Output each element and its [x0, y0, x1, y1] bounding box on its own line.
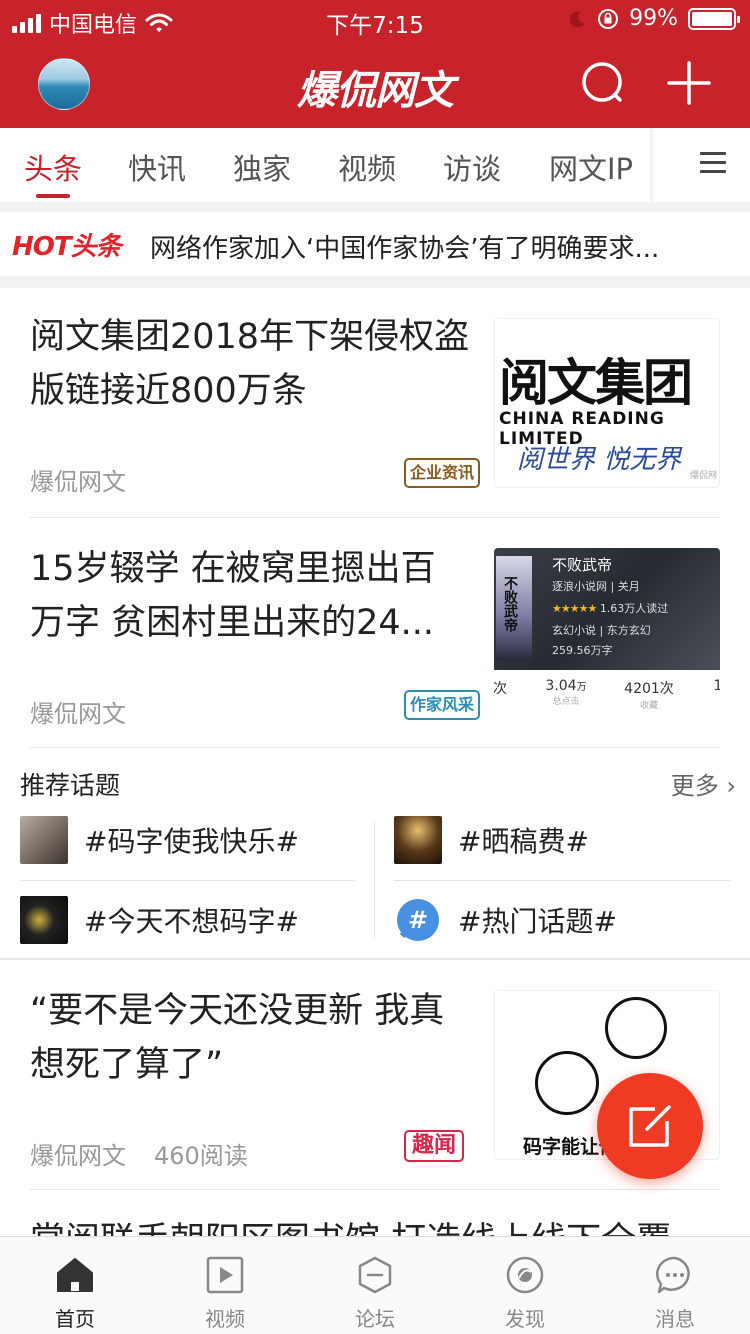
stat-item: 1: [713, 678, 720, 694]
moon-icon: [569, 10, 586, 27]
search-icon[interactable]: [580, 60, 626, 106]
article-thumbnail[interactable]: 阅文集团 CHINA READING LIMITED 阅世界 悦无界 爆侃网: [494, 318, 720, 488]
hot-label: HOT头条: [12, 232, 122, 262]
book-stats: 次 3.04万 总点击 4201次 收藏 1: [494, 678, 720, 718]
section-gap: [0, 202, 750, 212]
battery-icon: [688, 7, 740, 30]
topic-item[interactable]: # #热门话题#: [394, 890, 730, 950]
video-icon: [206, 1256, 244, 1294]
tab-interview[interactable]: 访谈: [443, 146, 501, 188]
recommended-topics: 推荐话题 更多 › #码字使我快乐# #晒稿费# #今天不想码字# # #热门话…: [0, 748, 750, 960]
menu-icon[interactable]: [700, 152, 726, 174]
hot-headline[interactable]: 网络作家加入‘中国作家协会’有了明确要求...: [150, 228, 659, 265]
nav-label: 视频: [205, 1307, 245, 1331]
active-tab-indicator: [36, 194, 70, 198]
status-bar: 中国电信 下午7:15 99%: [0, 0, 750, 40]
topics-more-link[interactable]: 更多 ›: [671, 766, 736, 801]
nav-label: 消息: [655, 1307, 695, 1331]
book-title: 不败武帝: [552, 556, 613, 574]
article-source: 爆侃网文: [30, 700, 126, 728]
discover-icon: [506, 1256, 544, 1294]
tab-video[interactable]: 视频: [338, 146, 396, 188]
nav-messages[interactable]: 消息: [600, 1237, 750, 1334]
app-header: 爆侃网文: [0, 40, 750, 128]
book-publisher: 逐浪小说网 | 关月: [552, 580, 640, 593]
category-tabs: 头条 快讯 独家 视频 访谈 网文IP: [0, 128, 750, 202]
article-tag: 作家风采: [404, 690, 481, 720]
battery-percent: 99%: [629, 6, 678, 31]
topic-label: #晒稿费#: [458, 825, 589, 858]
topic-item[interactable]: #码字使我快乐#: [20, 810, 355, 870]
article-source: 爆侃网文: [30, 1142, 126, 1170]
book-cover: 不败武帝: [496, 556, 532, 660]
chevron-right-icon: ›: [726, 772, 736, 800]
tab-exclusive[interactable]: 独家: [233, 146, 291, 188]
topics-divider: [394, 880, 730, 881]
article-title[interactable]: 15岁辍学 在被窝里摁出百万字 贫困村里出来的24...: [30, 542, 470, 650]
nav-discover[interactable]: 发现: [450, 1237, 600, 1334]
article-item[interactable]: 阅文集团2018年下架侵权盗版链接近800万条 爆侃网文 企业资讯 阅文集团 C…: [0, 288, 750, 518]
tab-web-novel-ip[interactable]: 网文IP: [549, 146, 633, 188]
article-reads: 460阅读: [154, 1142, 248, 1170]
svg-text:#: #: [408, 906, 428, 934]
panda-meme: [535, 1051, 599, 1115]
compose-button[interactable]: [597, 1073, 703, 1179]
nav-label: 发现: [505, 1307, 545, 1331]
topic-label: #今天不想码字#: [84, 905, 299, 938]
edit-icon: [629, 1105, 671, 1147]
stat-item: 4201次 收藏: [624, 681, 674, 711]
bottom-nav: 首页 视频 论坛 发现 消息: [0, 1236, 750, 1334]
stat-item: 3.04万 总点击: [545, 678, 587, 707]
hashtag-icon: #: [397, 899, 439, 941]
book-wordcount: 259.56万字: [552, 644, 613, 657]
article-tag: 趣闻: [404, 1130, 465, 1162]
nav-video[interactable]: 视频: [150, 1237, 300, 1334]
book-genre: 玄幻小说 | 东方玄幻: [552, 624, 651, 637]
article-tag: 企业资讯: [404, 458, 481, 488]
article-source: 爆侃网文: [30, 468, 126, 496]
status-right: 99%: [569, 6, 740, 31]
nav-forum[interactable]: 论坛: [300, 1237, 450, 1334]
section-gap: [0, 276, 750, 288]
stat-item: 次: [494, 681, 507, 697]
topic-label: #热门话题#: [458, 905, 617, 938]
divider: [30, 1189, 720, 1190]
article-thumbnail[interactable]: 不败武帝 不败武帝 逐浪小说网 | 关月 ★★★★★ 1.63万人读过 玄幻小说…: [494, 548, 720, 718]
tab-headlines[interactable]: 头条: [24, 146, 82, 188]
article-title[interactable]: “要不是今天还没更新 我真想死了算了”: [30, 984, 470, 1092]
article-title[interactable]: 阅文集团2018年下架侵权盗版链接近800万条: [30, 310, 470, 418]
panda-meme: [605, 997, 667, 1059]
home-icon: [57, 1258, 93, 1292]
tab-news-flash[interactable]: 快讯: [128, 146, 186, 188]
thumb-slogan: 阅世界 悦无界: [517, 445, 682, 475]
nav-home[interactable]: 首页: [0, 1237, 150, 1334]
plus-icon[interactable]: [666, 60, 712, 106]
topic-label: #码字使我快乐#: [84, 825, 299, 858]
topic-thumbnail: [20, 816, 68, 864]
nav-label: 首页: [55, 1307, 95, 1331]
topic-thumbnail: [394, 816, 442, 864]
topic-item[interactable]: #今天不想码字#: [20, 890, 355, 950]
book-rating: ★★★★★ 1.63万人读过: [552, 602, 669, 615]
topics-header: 推荐话题: [20, 771, 121, 800]
topics-vertical-divider: [374, 820, 375, 940]
article-item[interactable]: 15岁辍学 在被窝里摁出百万字 贫困村里出来的24... 爆侃网文 作家风采 不…: [0, 518, 750, 748]
top-bar: 中国电信 下午7:15 99% 爆侃网文: [0, 0, 750, 128]
message-icon: [656, 1256, 690, 1294]
forum-icon: [358, 1256, 392, 1294]
star-rating-icon: ★★★★★: [552, 602, 597, 615]
hot-headline-bar[interactable]: HOT头条 网络作家加入‘中国作家协会’有了明确要求...: [0, 212, 750, 276]
topic-thumbnail: [20, 896, 68, 944]
nav-label: 论坛: [355, 1307, 395, 1331]
tabs-fade: [650, 128, 656, 202]
topics-divider: [20, 880, 355, 881]
app-logo: 爆侃网文: [297, 68, 454, 114]
thumb-watermark: 爆侃网: [689, 471, 717, 481]
thumb-brand-text: 阅文集团: [499, 354, 693, 412]
rotation-lock-icon: [598, 8, 619, 29]
topic-item[interactable]: #晒稿费#: [394, 810, 730, 870]
